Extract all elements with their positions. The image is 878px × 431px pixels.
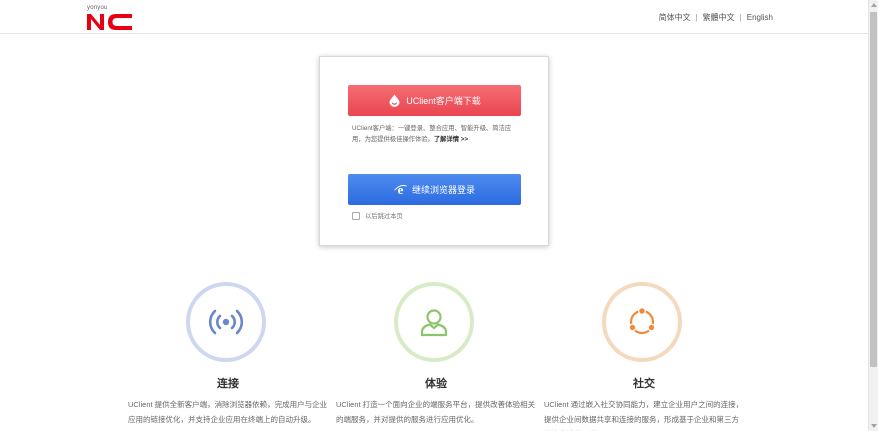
lang-traditional-chinese[interactable]: 繁體中文 bbox=[703, 13, 735, 22]
feature-social-description: UClient 通过嵌入社交协同能力，建立企业用户之间的连接，提供企业间数据共享… bbox=[544, 400, 744, 431]
feature-experience-title: 体验 bbox=[425, 378, 447, 390]
download-button-label: UClient客户端下载 bbox=[406, 96, 481, 106]
header: yonyou 简体中文 | 繁體中文 | English bbox=[0, 0, 868, 34]
feature-experience-description: UClient 打造一个面向企业的端服务平台，提供改善体验相关的端服务，并对提供… bbox=[336, 400, 536, 424]
skip-page-option[interactable]: 以后跳过本页 bbox=[352, 211, 403, 220]
learn-more-link[interactable]: 了解详情 >> bbox=[434, 136, 468, 143]
scroll-down-arrow-icon[interactable] bbox=[871, 424, 877, 428]
login-card: UClient客户端下载 UClient客户端：一键登录、整合应用、智能升级、简… bbox=[319, 56, 549, 246]
ie-browser-icon: e bbox=[394, 183, 407, 196]
language-switcher: 简体中文 | 繁體中文 | English bbox=[659, 12, 773, 23]
logo-nc-mark bbox=[87, 14, 132, 30]
uclient-download-button[interactable]: UClient客户端下载 bbox=[348, 85, 521, 116]
skip-page-checkbox[interactable] bbox=[352, 211, 360, 220]
vertical-scrollbar[interactable] bbox=[868, 0, 878, 431]
feature-social-title: 社交 bbox=[633, 378, 655, 390]
uclient-description: UClient客户端：一键登录、整合应用、智能升级、简洁应用，为您提供极佳操作体… bbox=[352, 123, 522, 145]
logo-brand-text: yonyou bbox=[87, 5, 108, 11]
lang-simplified-chinese[interactable]: 简体中文 bbox=[659, 13, 691, 22]
description-text: UClient客户端：一键登录、整合应用、智能升级、简洁应用，为您提供极佳操作体… bbox=[352, 125, 512, 143]
scroll-up-arrow-icon[interactable] bbox=[871, 3, 877, 7]
svg-text:e: e bbox=[398, 183, 404, 196]
lang-separator: | bbox=[739, 13, 742, 22]
wifi-signal-icon bbox=[208, 309, 244, 335]
feature-connect-title: 连接 bbox=[217, 378, 239, 390]
browser-login-button[interactable]: e 继续浏览器登录 bbox=[348, 174, 521, 205]
scroll-thumb[interactable] bbox=[870, 12, 877, 367]
feature-social-circle bbox=[602, 282, 682, 362]
feature-connect-circle bbox=[186, 282, 266, 362]
skip-page-label: 以后跳过本页 bbox=[365, 213, 403, 220]
uclient-drop-icon bbox=[388, 94, 401, 107]
feature-experience-circle bbox=[394, 282, 474, 362]
nc-logo[interactable]: yonyou bbox=[86, 5, 136, 31]
browser-login-label: 继续浏览器登录 bbox=[411, 185, 475, 195]
lang-english[interactable]: English bbox=[747, 13, 773, 22]
lang-separator: | bbox=[695, 13, 698, 22]
social-cycle-icon bbox=[628, 307, 656, 335]
user-icon bbox=[420, 309, 448, 337]
feature-connect-description: UClient 提供全新客户端，消除浏览器依赖，完成用户与企业应用的链接优化，并… bbox=[128, 400, 328, 424]
